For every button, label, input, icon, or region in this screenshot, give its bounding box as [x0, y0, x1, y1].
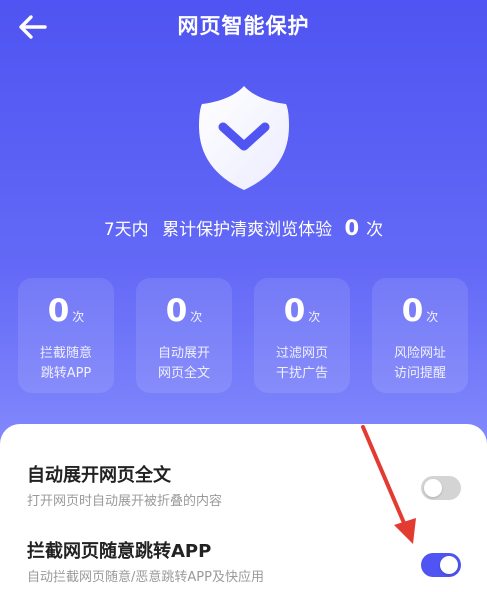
toggle-knob: [440, 556, 458, 574]
stat-label-line: 拦截随意: [39, 346, 92, 361]
block-app-jump-setting-title: 拦截网页随意跳转APP: [27, 541, 212, 562]
stat-label-line: 过滤网页: [275, 346, 328, 361]
stat-label-line: 网页全文: [157, 366, 210, 381]
summary-text: 累计保护清爽浏览体验: [162, 220, 333, 240]
stat-label-line: 风险网址: [393, 346, 446, 361]
summary-unit: 次: [366, 220, 384, 240]
shield-chevron-icon: [199, 86, 289, 190]
auto-expand-toggle[interactable]: [421, 476, 461, 500]
summary-count: 0: [344, 216, 360, 240]
stat-count: 0: [47, 293, 70, 329]
top-bar: 网页智能保护: [0, 0, 487, 58]
stat-card-risk-url: 0次 风险网址 访问提醒: [372, 278, 468, 393]
stat-card-block-app-jump: 0次 拦截随意 跳转APP: [18, 278, 114, 393]
stat-card-auto-expand: 0次 自动展开 网页全文: [136, 278, 232, 393]
stat-unit: 次: [308, 310, 321, 324]
stat-unit: 次: [190, 310, 203, 324]
stat-count: 0: [165, 293, 188, 329]
stat-label-line: 跳转APP: [40, 366, 92, 381]
toggle-knob: [424, 479, 442, 497]
block-app-jump-setting-description: 自动拦截网页随意/恶意跳转APP及快应用: [27, 570, 264, 585]
summary-period: 7天内: [103, 220, 149, 240]
stat-count: 0: [283, 293, 306, 329]
stat-label-line: 干扰广告: [275, 366, 328, 381]
stat-label-line: 自动展开: [157, 346, 210, 361]
stat-unit: 次: [72, 310, 85, 324]
page-title: 网页智能保护: [177, 14, 310, 38]
auto-expand-setting-description: 打开网页时自动展开被折叠的内容: [27, 494, 223, 509]
auto-expand-setting-title: 自动展开网页全文: [27, 465, 171, 486]
stat-label-line: 访问提醒: [393, 366, 446, 381]
stat-unit: 次: [426, 310, 439, 324]
protection-summary: 7天内 累计保护清爽浏览体验 0次: [0, 213, 487, 245]
settings-panel: 自动展开网页全文 打开网页时自动展开被折叠的内容 拦截网页随意跳转APP 自动拦…: [0, 424, 487, 592]
stat-card-ad-filter: 0次 过滤网页 干扰广告: [254, 278, 350, 393]
block-app-jump-toggle[interactable]: [421, 553, 461, 577]
stat-count: 0: [401, 293, 424, 329]
